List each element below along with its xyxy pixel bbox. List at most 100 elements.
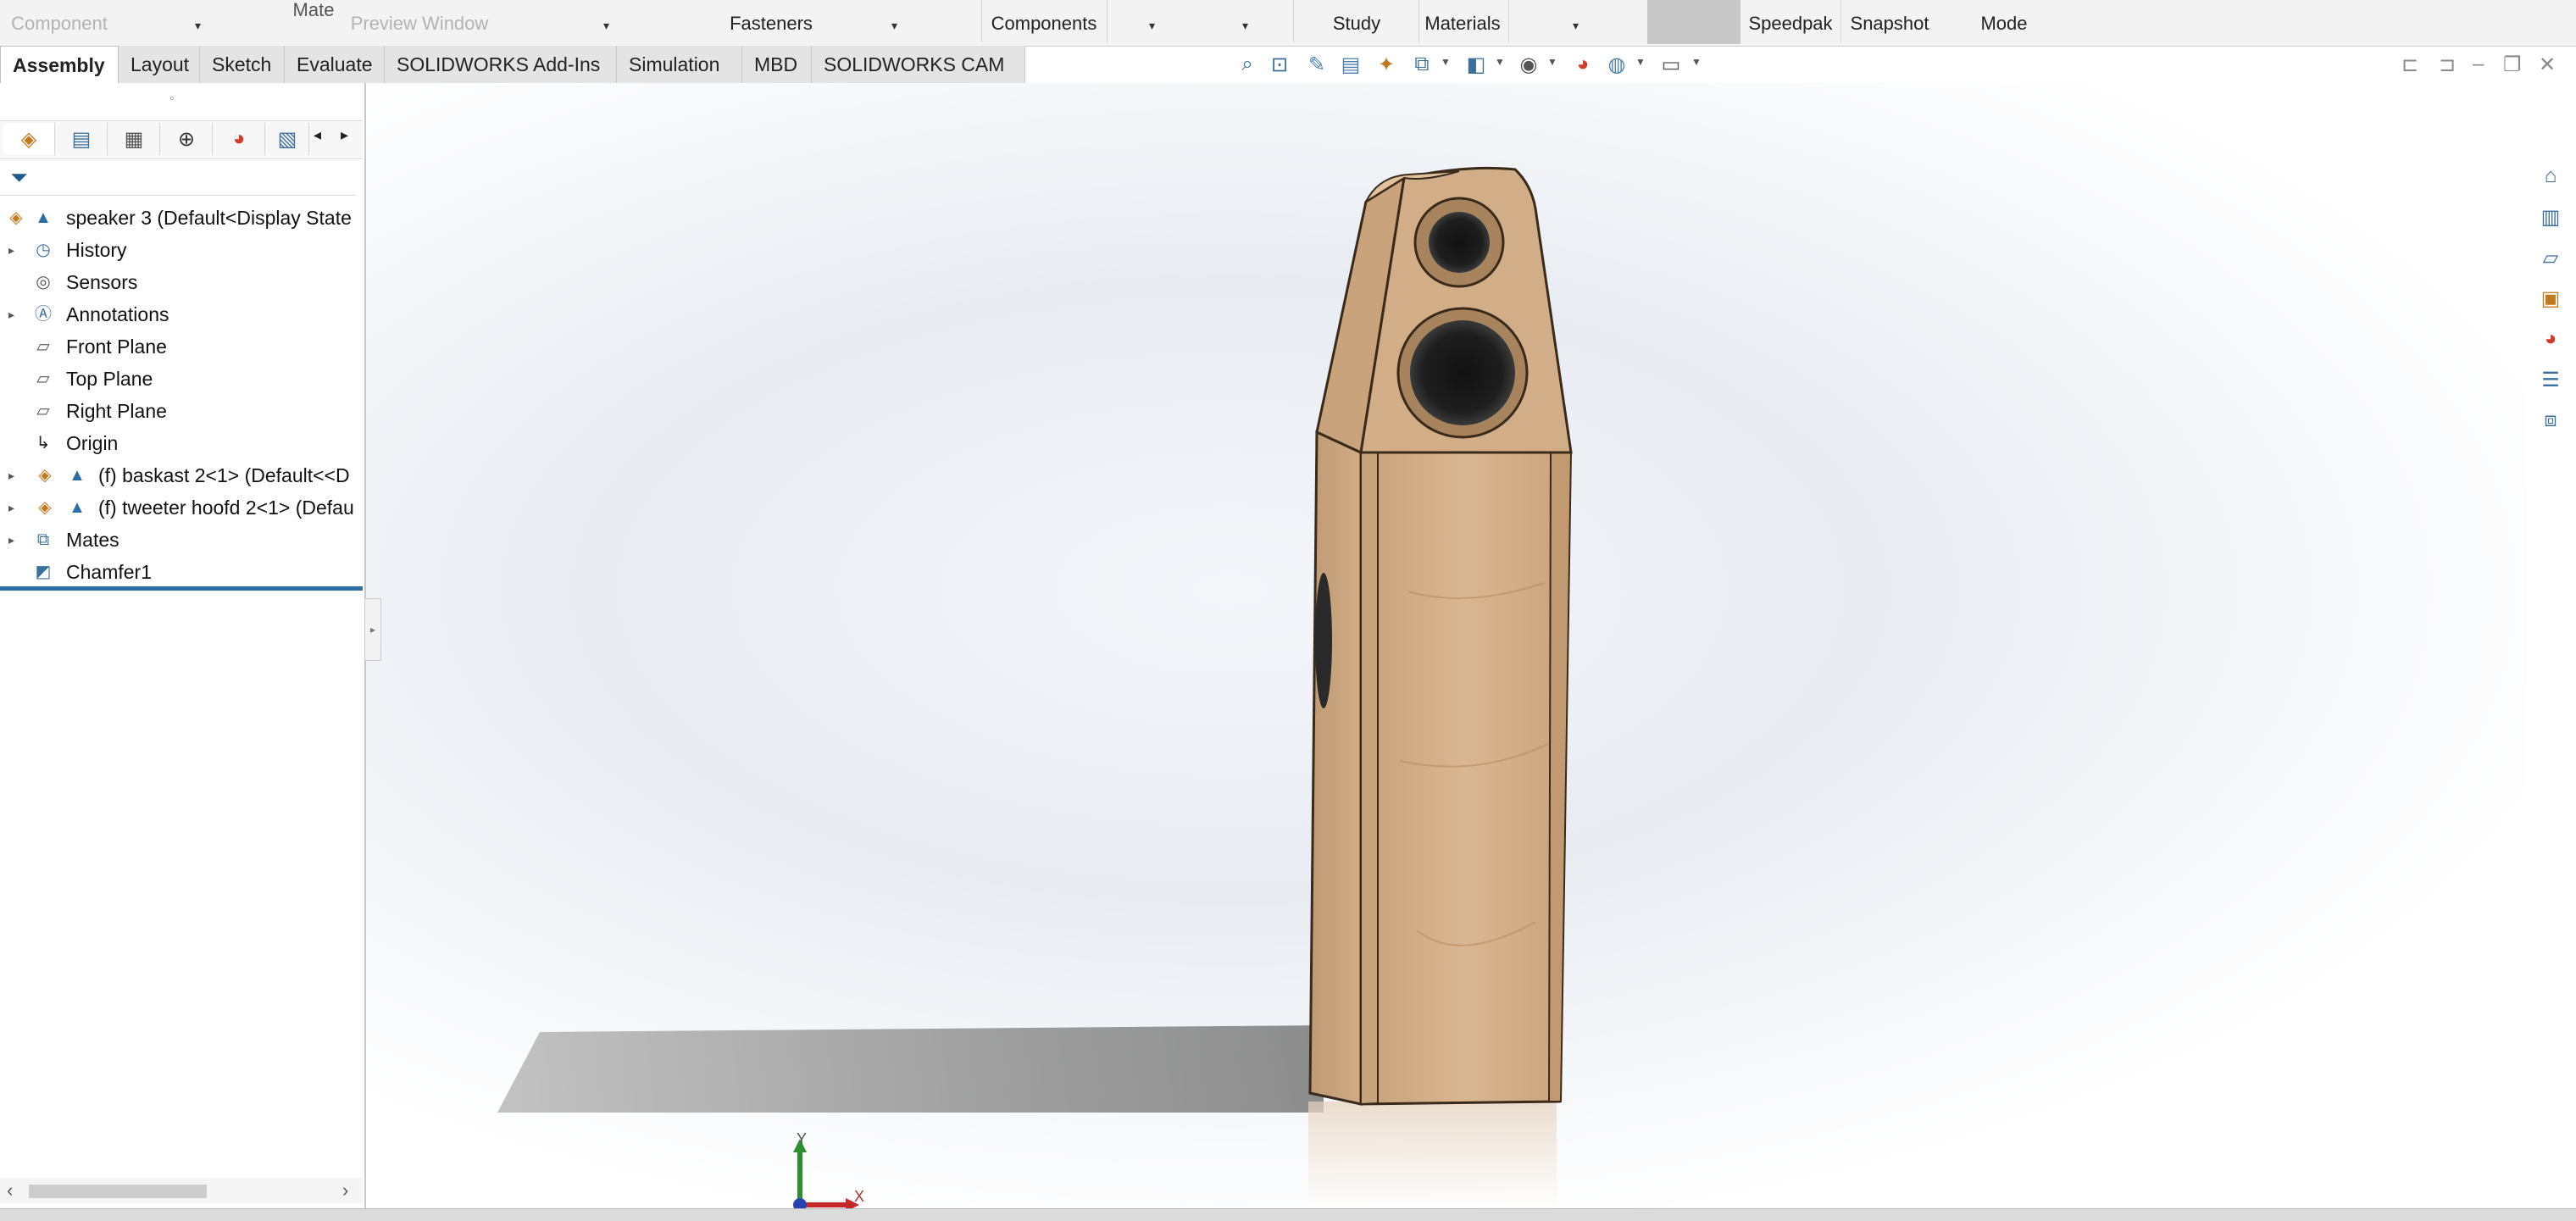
command-ribbon: Component ▾ Mate Preview Window ▾ Fasten… xyxy=(0,0,2576,47)
tab-sketch[interactable]: Sketch xyxy=(200,46,285,83)
expand-arrow-icon[interactable]: ▸ xyxy=(8,524,14,556)
tree-item-top-plane[interactable]: ▱ Top Plane xyxy=(0,363,363,395)
close-icon[interactable]: ✕ xyxy=(2539,53,2556,77)
previous-view-icon[interactable]: ✎ xyxy=(1303,51,1330,78)
tree-item-front-plane[interactable]: ▱ Front Plane xyxy=(0,330,363,363)
chevron-down-icon[interactable]: ▼ xyxy=(1691,56,1702,68)
cam-icon[interactable]: ▧ xyxy=(266,123,309,155)
tab-layout[interactable]: Layout xyxy=(119,46,200,83)
displaymanager-icon[interactable]: ◕ xyxy=(214,123,265,155)
tab-evaluate[interactable]: Evaluate xyxy=(285,46,385,83)
preview-window-button[interactable]: Preview Window xyxy=(339,0,500,46)
view-palette-icon[interactable]: ▣ xyxy=(2535,283,2566,314)
bill-of-materials-button[interactable]: Materials xyxy=(1420,0,1505,46)
configurationmanager-icon[interactable]: ▦ xyxy=(108,123,160,155)
speaker-model-svg[interactable] xyxy=(366,83,2527,1208)
update-speedpak-button[interactable]: Speedpak xyxy=(1742,0,1839,46)
ribbon-dropdown-icon[interactable]: ▾ xyxy=(1242,19,1248,33)
tree-item-tweeter-hoofd[interactable]: ▸ ◈ ▲ (f) tweeter hoofd 2<1> (Defau xyxy=(0,491,363,524)
tree-item-annotations[interactable]: ▸ Ⓐ Annotations xyxy=(0,298,363,330)
fasteners-dropdown-icon[interactable]: ▾ xyxy=(891,19,897,33)
tree-item-chamfer1[interactable]: ◩ Chamfer1 xyxy=(0,556,363,588)
dimxpertmanager-icon[interactable]: ⊕ xyxy=(161,123,213,155)
chevron-down-icon[interactable]: ▼ xyxy=(1495,56,1505,68)
plane-icon: ▱ xyxy=(36,369,50,388)
featuremanager-icon[interactable]: ◈ xyxy=(3,123,55,155)
tree-item-right-plane[interactable]: ▱ Right Plane xyxy=(0,395,363,427)
ribbon-dropdown-icon[interactable]: ▾ xyxy=(1573,19,1579,33)
triad-x-label: X xyxy=(854,1188,865,1205)
tree-item-label: History xyxy=(66,239,127,261)
ribbon-dropdown-icon[interactable]: ▾ xyxy=(1149,19,1155,33)
zoom-to-area-icon[interactable]: ⊡ xyxy=(1266,51,1293,78)
expand-arrow-icon[interactable]: ▸ xyxy=(8,234,14,266)
expand-arrow-icon[interactable]: ▸ xyxy=(8,491,14,524)
command-manager-tabs: Assembly Layout Sketch Evaluate SOLIDWOR… xyxy=(0,46,1025,84)
dynamic-annotation-icon[interactable]: ✦ xyxy=(1373,51,1400,78)
minimize-icon[interactable]: – xyxy=(2473,53,2484,76)
tab-solidworks-cam[interactable]: SOLIDWORKS CAM xyxy=(812,46,1025,83)
panel-grip-icon[interactable]: ◦ xyxy=(169,92,175,107)
chevron-down-icon[interactable]: ▼ xyxy=(1547,56,1557,68)
chevron-down-icon[interactable]: ▼ xyxy=(1441,56,1451,68)
tab-solidworks-add-ins[interactable]: SOLIDWORKS Add-Ins xyxy=(385,46,617,83)
filter-icon[interactable]: ⏷ xyxy=(10,164,28,191)
expand-arrow-icon[interactable]: ▸ xyxy=(8,298,14,330)
tabs-right-arrow-icon[interactable]: ▸ xyxy=(341,126,348,144)
file-explorer-icon[interactable]: ▱ xyxy=(2535,242,2566,273)
preview-window-label: Preview Window xyxy=(350,13,489,34)
take-snapshot-label: Snapshot xyxy=(1850,13,1929,34)
section-view-icon[interactable]: ▤ xyxy=(1337,51,1364,78)
horizontal-scrollbar[interactable]: ‹ › xyxy=(0,1178,363,1203)
tree-item-label: Origin xyxy=(66,432,119,454)
tree-item-origin[interactable]: ↳ Origin xyxy=(0,427,363,459)
display-style-icon[interactable]: ◧ xyxy=(1463,51,1490,78)
large-assembly-mode-button[interactable]: Mode xyxy=(1940,0,2068,46)
mate-button[interactable]: Mate xyxy=(280,0,347,46)
view-settings-icon[interactable]: ▭ xyxy=(1657,51,1685,78)
appearances-icon[interactable]: ◕ xyxy=(2535,324,2566,354)
insert-component-dropdown-icon[interactable]: ▾ xyxy=(195,19,201,33)
speaker-side-panel xyxy=(1308,430,1363,1106)
expand-arrow-icon[interactable]: ▸ xyxy=(8,459,14,491)
edit-appearance-icon[interactable]: ◕ xyxy=(1569,51,1596,78)
tree-item-sensors[interactable]: ◎ Sensors xyxy=(0,266,363,298)
origin-icon: ↳ xyxy=(36,434,51,452)
solidworks-resources-icon[interactable]: ⌂ xyxy=(2535,161,2566,191)
tree-filter[interactable]: ⏷ xyxy=(0,158,356,196)
insert-component-button[interactable]: Component xyxy=(0,0,119,46)
tab-mbd[interactable]: MBD xyxy=(742,46,812,83)
smart-fasteners-button[interactable]: Fasteners xyxy=(720,0,822,46)
apply-scene-icon[interactable]: ◍ xyxy=(1603,51,1630,78)
materials-active-button[interactable] xyxy=(1647,0,1740,44)
tree-item-baskast[interactable]: ▸ ◈ ▲ (f) baskast 2<1> (Default<<D xyxy=(0,459,363,491)
tab-simulation[interactable]: Simulation xyxy=(617,46,742,83)
restore-icon[interactable]: ❐ xyxy=(2503,53,2522,77)
zoom-to-fit-icon[interactable]: ⌕ xyxy=(1234,51,1261,78)
tree-item-history[interactable]: ▸ ◷ History xyxy=(0,234,363,266)
tree-item-mates[interactable]: ▸ ⧉ Mates xyxy=(0,524,363,556)
tree-item-root-assembly[interactable]: ◈ ▲ speaker 3 (Default<Display State xyxy=(0,202,363,234)
new-motion-study-button[interactable]: Study xyxy=(1296,0,1417,46)
preview-dropdown-icon[interactable]: ▾ xyxy=(603,19,609,33)
design-library-icon[interactable]: ▥ xyxy=(2535,202,2566,232)
tab-assembly[interactable]: Assembly xyxy=(0,46,119,83)
tile-left-icon[interactable]: ⊏ xyxy=(2401,53,2418,77)
scrollbar-thumb[interactable] xyxy=(29,1185,207,1198)
hide-show-items-icon[interactable]: ◉ xyxy=(1515,51,1542,78)
rollback-bar[interactable] xyxy=(0,586,363,591)
propertymanager-icon[interactable]: ▤ xyxy=(56,123,108,155)
panel-collapse-handle[interactable]: ▸ xyxy=(364,598,381,661)
scroll-right-icon[interactable]: › xyxy=(342,1179,348,1202)
floor-reflection xyxy=(1308,1102,1557,1208)
scroll-left-icon[interactable]: ‹ xyxy=(7,1179,13,1202)
view-orientation-icon[interactable]: ⧉ xyxy=(1408,51,1435,78)
custom-properties-icon[interactable]: ☰ xyxy=(2535,364,2566,395)
forum-icon[interactable]: ⧈ xyxy=(2535,405,2566,436)
show-hidden-components-button[interactable]: Components xyxy=(983,0,1105,46)
tile-right-icon[interactable]: ⊐ xyxy=(2439,53,2456,77)
chevron-down-icon[interactable]: ▼ xyxy=(1635,56,1646,68)
graphics-area[interactable]: Y X xyxy=(366,83,2527,1208)
tabs-left-arrow-icon[interactable]: ◂ xyxy=(314,126,321,144)
take-snapshot-button[interactable]: Snapshot xyxy=(1842,0,1937,46)
